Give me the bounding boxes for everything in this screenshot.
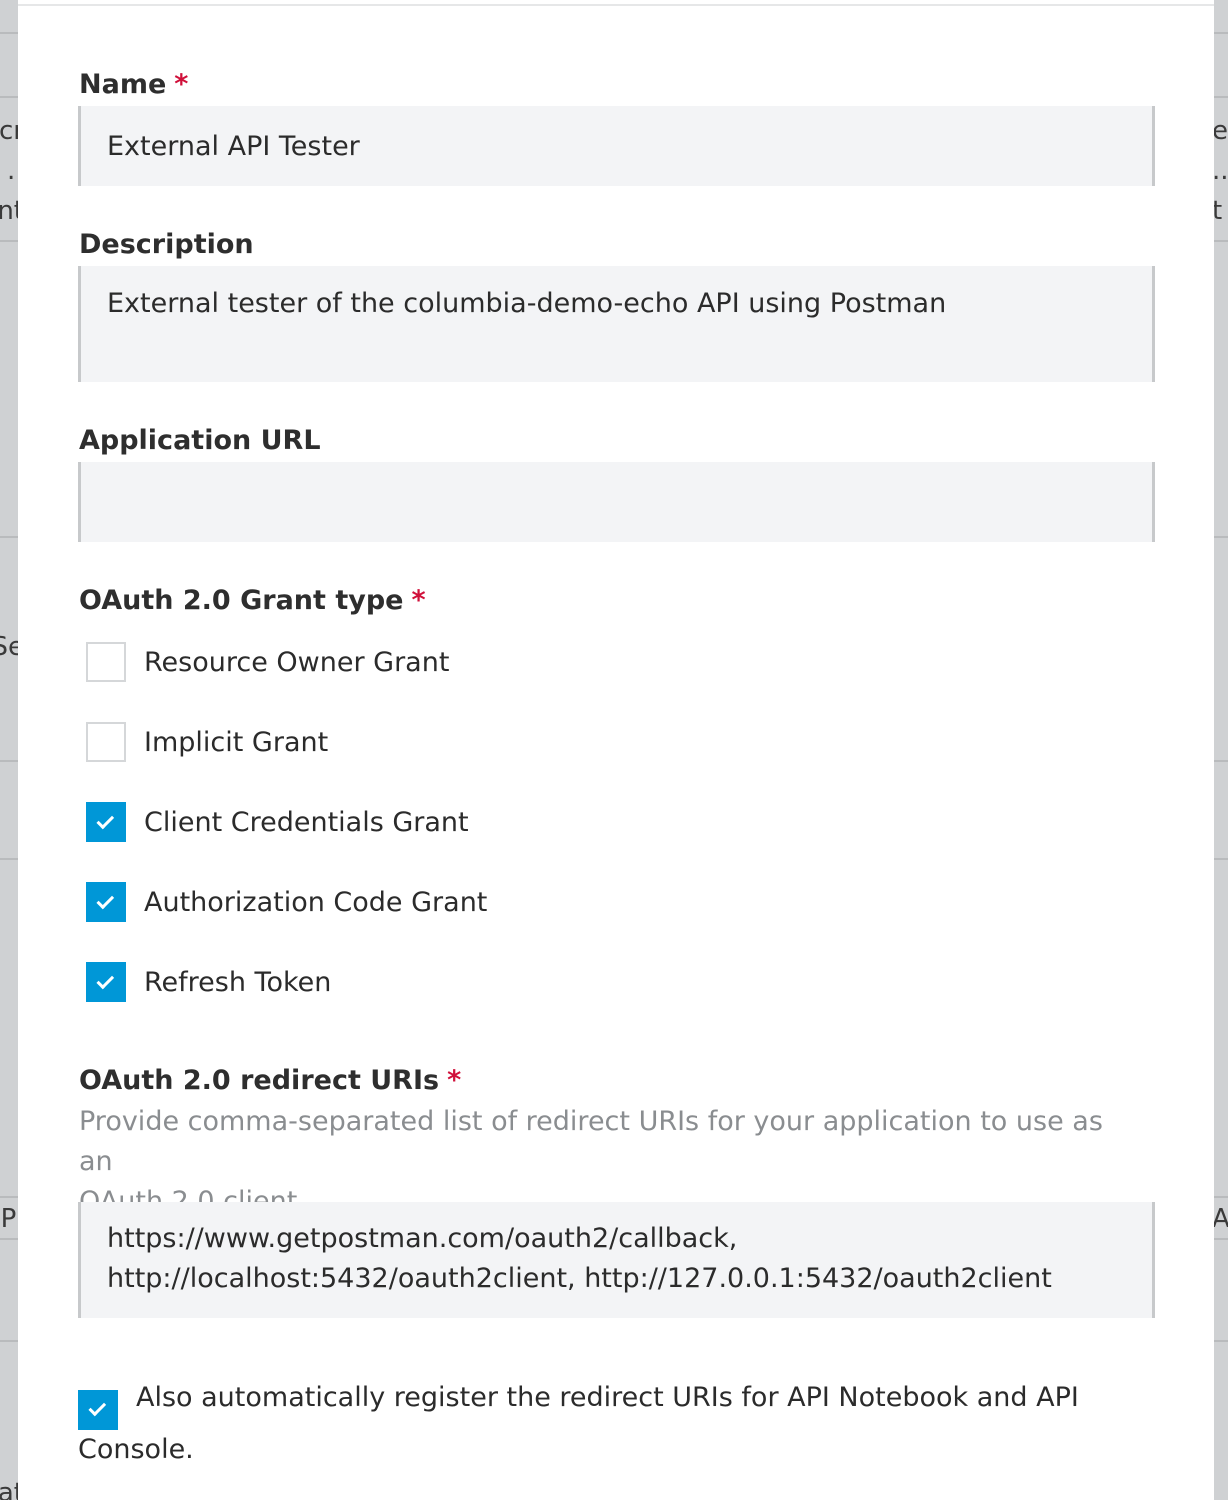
checkbox[interactable] <box>86 722 126 762</box>
background-page-left: cr .: nt Se PI at <box>0 0 18 1500</box>
required-mark: * <box>411 585 426 616</box>
checkmark-icon <box>96 971 115 989</box>
checkbox-checked[interactable] <box>86 882 126 922</box>
background-text: Se <box>0 632 18 662</box>
checkmark-icon <box>88 1398 107 1417</box>
background-divider <box>0 858 18 860</box>
description-textarea[interactable]: External tester of the columbia-demo-ech… <box>78 266 1155 382</box>
redirect-uris-label: OAuth 2.0 redirect URIs * <box>79 1064 461 1098</box>
application-url-label: Application URL <box>79 425 321 456</box>
modal-top-border <box>18 4 1214 6</box>
background-divider <box>1214 240 1228 242</box>
background-text: A <box>1214 1204 1228 1234</box>
background-text: e <box>1214 116 1228 146</box>
grant-option-client-credentials[interactable]: Client Credentials Grant <box>86 801 469 843</box>
auto-register-option[interactable]: Also automatically register the redirect… <box>78 1378 1158 1470</box>
grant-option-label: Authorization Code Grant <box>144 886 488 918</box>
checkbox[interactable] <box>86 642 126 682</box>
background-divider <box>0 536 18 538</box>
name-input[interactable]: External API Tester <box>78 106 1155 186</box>
background-divider <box>0 32 18 34</box>
background-text: .. <box>1214 156 1228 186</box>
redirect-uri-line: http://localhost:5432/oauth2client, http… <box>107 1263 1052 1294</box>
help-line: Provide comma-separated list of redirect… <box>79 1106 1103 1177</box>
name-label-text: Name <box>79 69 167 100</box>
auto-register-label: Also automatically register the redirect… <box>78 1382 1079 1465</box>
background-divider <box>0 240 18 242</box>
grant-option-label: Client Credentials Grant <box>144 806 469 838</box>
required-mark: * <box>174 69 189 100</box>
grant-option-resource-owner[interactable]: Resource Owner Grant <box>86 641 449 683</box>
name-input-value: External API Tester <box>107 130 360 162</box>
background-page-right: e .. t A <box>1214 0 1228 1500</box>
background-divider <box>1214 760 1228 762</box>
grant-option-authorization-code[interactable]: Authorization Code Grant <box>86 881 487 923</box>
background-text: t <box>1214 196 1223 226</box>
background-divider <box>0 96 18 98</box>
grant-type-label: OAuth 2.0 Grant type * <box>79 584 426 618</box>
grant-option-implicit[interactable]: Implicit Grant <box>86 721 328 763</box>
background-text: at <box>0 1478 18 1500</box>
grant-type-label-text: OAuth 2.0 Grant type <box>79 585 404 616</box>
checkmark-icon <box>96 811 115 829</box>
background-text: nt <box>0 196 18 226</box>
background-divider <box>1214 1238 1228 1240</box>
grant-option-label: Implicit Grant <box>144 726 329 758</box>
background-divider <box>1214 536 1228 538</box>
checkmark-icon <box>96 891 115 909</box>
checkbox-checked[interactable] <box>86 962 126 1002</box>
checkbox-checked[interactable] <box>86 802 126 842</box>
name-label: Name * <box>79 68 188 102</box>
auto-register-checkbox[interactable] <box>78 1389 118 1430</box>
redirect-uri-line: https://www.getpostman.com/oauth2/callba… <box>107 1223 738 1254</box>
background-divider <box>1214 858 1228 860</box>
background-divider <box>1214 1340 1228 1342</box>
application-url-input[interactable] <box>78 462 1155 542</box>
background-text: PI <box>0 1204 18 1234</box>
required-mark: * <box>447 1065 462 1096</box>
grant-option-refresh-token[interactable]: Refresh Token <box>86 961 331 1003</box>
application-form-modal: Name * External API Tester Description Ex… <box>18 0 1214 1500</box>
background-divider <box>0 1196 18 1198</box>
background-text: .: <box>6 156 18 186</box>
background-divider <box>1214 32 1228 34</box>
grant-option-label: Refresh Token <box>144 966 332 998</box>
background-divider <box>0 760 18 762</box>
description-value: External tester of the columbia-demo-ech… <box>107 288 947 319</box>
background-divider <box>0 1238 18 1240</box>
grant-option-label: Resource Owner Grant <box>144 646 450 678</box>
redirect-uris-textarea[interactable]: https://www.getpostman.com/oauth2/callba… <box>78 1202 1155 1318</box>
background-divider <box>1214 1196 1228 1198</box>
background-text: cr <box>0 116 18 146</box>
description-label: Description <box>79 229 254 260</box>
redirect-uris-label-text: OAuth 2.0 redirect URIs <box>79 1065 440 1096</box>
background-divider <box>1214 96 1228 98</box>
background-divider <box>0 1340 18 1342</box>
